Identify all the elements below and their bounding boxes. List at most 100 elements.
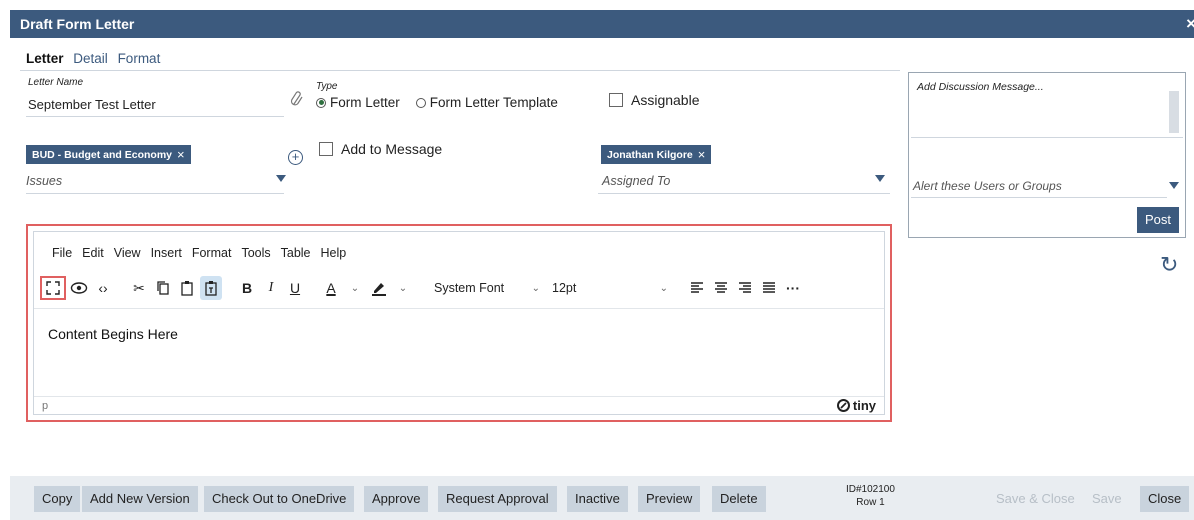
issues-underline	[26, 193, 284, 194]
add-to-message-checkbox[interactable]	[319, 142, 333, 156]
close-button[interactable]: Close	[1140, 486, 1190, 512]
radio-form-letter[interactable]	[316, 97, 326, 108]
issue-chip: BUD - Budget and Economy ×	[26, 145, 191, 164]
letter-name-input[interactable]: September Test Letter	[28, 97, 156, 112]
menu-table[interactable]: Table	[281, 246, 311, 260]
align-left-icon[interactable]	[686, 276, 708, 300]
chevron-down-icon[interactable]: ⌄	[344, 276, 366, 300]
post-button[interactable]: Post	[1137, 207, 1179, 233]
underline-icon[interactable]: U	[284, 276, 306, 300]
preview-icon[interactable]	[68, 276, 90, 300]
assigned-to-underline	[598, 193, 890, 194]
editor-highlight-frame: File Edit View Insert Format Tools Table…	[26, 224, 892, 422]
toolbar-divider	[34, 308, 884, 309]
fullscreen-icon[interactable]	[40, 276, 66, 300]
request-approval-button[interactable]: Request Approval	[438, 486, 557, 512]
more-icon[interactable]: ···	[782, 276, 804, 300]
copy-icon[interactable]	[152, 276, 174, 300]
cut-icon[interactable]: ✂	[128, 276, 150, 300]
inactive-button[interactable]: Inactive	[567, 486, 628, 512]
assigned-user-chip: Jonathan Kilgore ×	[601, 145, 712, 164]
menu-format[interactable]: Format	[192, 246, 232, 260]
record-row-line: Row 1	[856, 497, 885, 508]
font-family-value: System Font	[434, 281, 505, 295]
record-id-line: ID#102100	[846, 484, 895, 495]
remove-user-chip-icon[interactable]: ×	[698, 148, 706, 161]
discussion-message-input[interactable]: Add Discussion Message...	[917, 81, 1044, 93]
letter-name-underline	[26, 116, 284, 117]
delete-button[interactable]: Delete	[712, 486, 766, 512]
menu-help[interactable]: Help	[321, 246, 347, 260]
font-family-select[interactable]: System Font ⌄	[428, 276, 546, 300]
issues-input[interactable]: Issues	[26, 174, 62, 188]
align-center-icon[interactable]	[710, 276, 732, 300]
font-size-value: 12pt	[552, 281, 577, 295]
add-new-version-button[interactable]: Add New Version	[82, 486, 198, 512]
save-close-button[interactable]: Save & Close	[988, 486, 1083, 512]
add-to-message-row: Add to Message	[319, 141, 442, 157]
issue-chip-label: BUD - Budget and Economy	[32, 148, 173, 161]
tab-letter[interactable]: Letter	[26, 51, 64, 66]
save-button[interactable]: Save	[1084, 486, 1130, 512]
element-path[interactable]: p	[42, 400, 48, 412]
chevron-down-icon[interactable]: ⌄	[392, 276, 414, 300]
editor-toolbar: ‹› ✂ B I U A ⌄ ⌄ System Font ⌄ 12pt ⌄ ··…	[40, 274, 806, 302]
radio-form-letter-template-label: Form Letter Template	[429, 95, 558, 110]
tab-format[interactable]: Format	[118, 51, 161, 66]
check-out-onedrive-button[interactable]: Check Out to OneDrive	[204, 486, 355, 512]
rich-text-editor: File Edit View Insert Format Tools Table…	[33, 231, 885, 415]
radio-form-letter-template[interactable]	[415, 97, 426, 108]
assigned-to-input[interactable]: Assigned To	[602, 174, 670, 188]
discussion-divider	[911, 137, 1183, 138]
assignable-checkbox-row: Assignable	[609, 92, 700, 108]
editor-menubar: File Edit View Insert Format Tools Table…	[52, 246, 346, 260]
menu-insert[interactable]: Insert	[151, 246, 182, 260]
alert-users-underline	[911, 197, 1167, 198]
menu-tools[interactable]: Tools	[241, 246, 270, 260]
highlight-color-icon[interactable]	[368, 276, 390, 300]
menu-file[interactable]: File	[52, 246, 72, 260]
issues-dropdown-icon[interactable]	[276, 175, 286, 182]
footer-bar: Copy Add New Version Check Out to OneDri…	[10, 476, 1194, 520]
window-titlebar: Draft Form Letter ×	[10, 10, 1194, 38]
approve-button[interactable]: Approve	[364, 486, 429, 512]
assignable-checkbox[interactable]	[609, 93, 623, 107]
bold-icon[interactable]: B	[236, 276, 258, 300]
letter-name-label: Letter Name	[28, 77, 84, 88]
tiny-brand[interactable]: tiny	[836, 398, 876, 413]
radio-form-letter-label: Form Letter	[330, 95, 400, 110]
tab-detail[interactable]: Detail	[73, 51, 108, 66]
chevron-down-icon: ⌄	[531, 282, 540, 294]
tiny-logo-icon	[836, 399, 850, 412]
text-color-icon[interactable]: A	[320, 276, 342, 300]
discussion-scrollbar[interactable]	[1169, 91, 1179, 133]
paste-icon[interactable]	[176, 276, 198, 300]
alert-users-input[interactable]: Alert these Users or Groups	[913, 179, 1062, 193]
type-label: Type	[316, 81, 338, 92]
close-icon[interactable]: ×	[1186, 14, 1194, 34]
tabs-divider	[20, 70, 900, 71]
italic-icon[interactable]: I	[260, 276, 282, 300]
assigned-to-dropdown-icon[interactable]	[875, 175, 885, 182]
alert-users-dropdown-icon[interactable]	[1169, 182, 1179, 189]
paperclip-icon[interactable]	[290, 90, 304, 108]
add-to-message-label: Add to Message	[341, 141, 443, 157]
assigned-user-chip-label: Jonathan Kilgore	[607, 148, 693, 161]
refresh-icon[interactable]: ↻	[1160, 252, 1178, 278]
window-title: Draft Form Letter	[20, 16, 135, 32]
add-issue-icon[interactable]: +	[288, 150, 303, 165]
tab-bar: Letter Detail Format	[26, 51, 166, 66]
discussion-panel: Add Discussion Message... Alert these Us…	[908, 72, 1186, 238]
editor-statusbar: p tiny	[34, 396, 884, 416]
menu-edit[interactable]: Edit	[82, 246, 104, 260]
preview-button[interactable]: Preview	[638, 486, 701, 512]
paste-text-icon[interactable]	[200, 276, 222, 300]
remove-chip-icon[interactable]: ×	[177, 148, 185, 161]
align-right-icon[interactable]	[734, 276, 756, 300]
align-justify-icon[interactable]	[758, 276, 780, 300]
editor-content[interactable]: Content Begins Here	[48, 326, 178, 342]
font-size-select[interactable]: 12pt ⌄	[546, 276, 674, 300]
source-code-icon[interactable]: ‹›	[92, 276, 114, 300]
copy-button[interactable]: Copy	[34, 486, 81, 512]
menu-view[interactable]: View	[114, 246, 141, 260]
